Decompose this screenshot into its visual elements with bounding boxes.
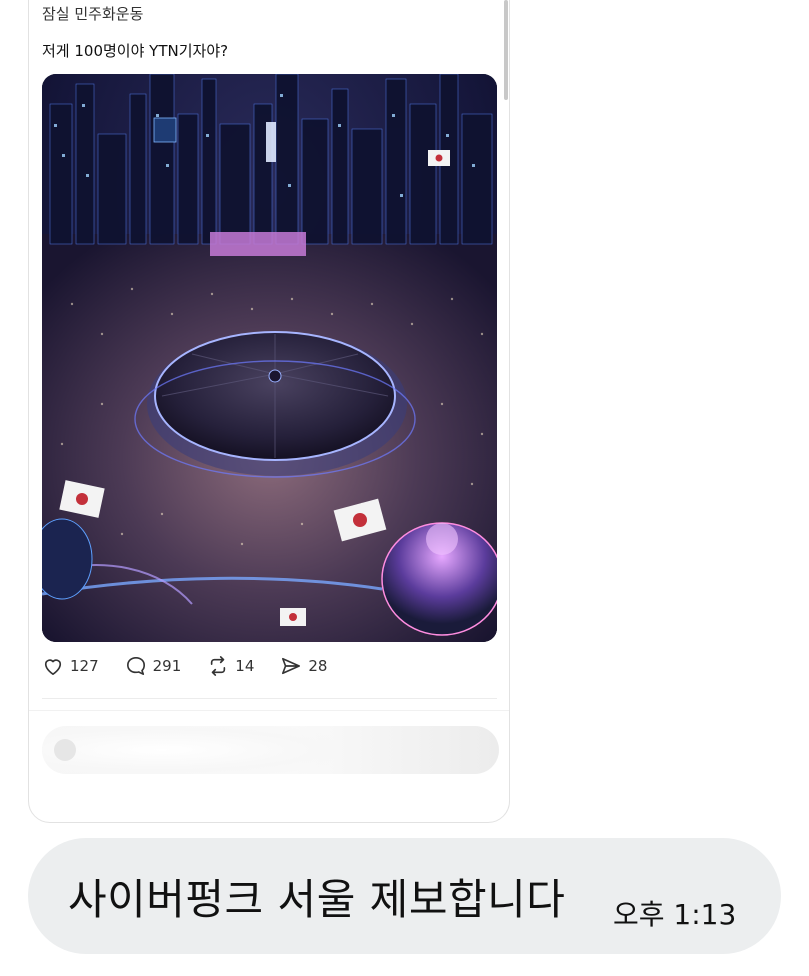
post-text: 저게 100명이야 YTN기자야? [42,42,229,60]
divider [42,698,497,699]
blurred-content [42,726,342,774]
repost-button[interactable]: 14 [207,656,254,676]
like-count: 127 [70,657,99,675]
post-image[interactable] [42,74,497,642]
comment-icon [126,657,145,675]
chat-message: 사이버펑크 서울 제보합니다 [68,875,566,924]
reply-button[interactable]: 291 [125,656,182,676]
chat-timestamp: 오후 1:13 [613,898,737,931]
reply-input[interactable] [42,726,499,774]
reply-count: 291 [152,657,182,675]
share-count: 28 [308,657,328,675]
divider [29,710,509,711]
scrollbar[interactable] [504,0,508,100]
like-button[interactable]: 127 [42,656,99,676]
post-author[interactable]: 잠실 민주화운동 [42,3,143,24]
repost-icon [211,656,226,676]
avatar [54,739,76,761]
share-button[interactable]: 28 [280,656,327,676]
heart-icon [44,659,62,675]
post-actions: 127 291 14 28 [42,656,353,676]
send-icon [282,657,301,675]
repost-count: 14 [235,657,255,675]
cyberpunk-city-illustration [42,74,497,642]
